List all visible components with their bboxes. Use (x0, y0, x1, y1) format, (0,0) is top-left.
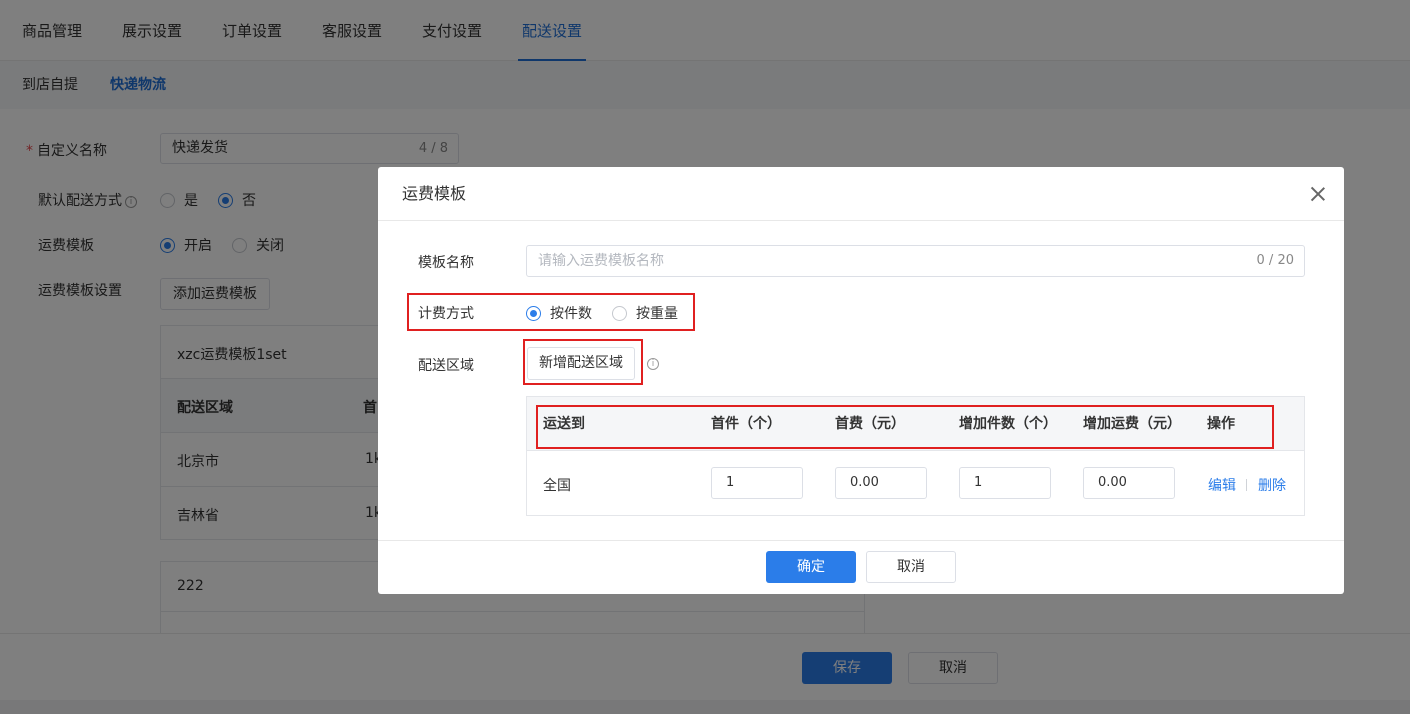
add-area-button[interactable]: 新增配送区域 (527, 347, 635, 380)
first-items-input[interactable]: 1 (711, 467, 803, 499)
radio-circle (526, 305, 541, 321)
template-name-placeholder: 请输入运费模板名称 (538, 253, 664, 269)
billing-method-label: 计费方式 (418, 306, 474, 322)
radio-circle (612, 305, 627, 321)
radio-billing-by-weight[interactable]: 按重量 (612, 303, 678, 323)
delivery-area-label: 配送区域 (418, 358, 474, 374)
template-name-label: 模板名称 (418, 255, 474, 271)
delete-link[interactable]: 删除 (1258, 475, 1286, 495)
radio-billing-by-count[interactable]: 按件数 (526, 303, 592, 323)
info-icon[interactable]: i (647, 358, 659, 370)
dialog-footer: 确定 取消 (378, 540, 1344, 594)
template-name-input[interactable]: 请输入运费模板名称 0 / 20 (526, 245, 1305, 277)
freight-template-dialog: 运费模板 模板名称 请输入运费模板名称 0 / 20 计费方式 按件数 按重量 … (378, 167, 1344, 594)
close-icon[interactable] (1310, 186, 1326, 202)
dialog-title: 运费模板 (402, 184, 467, 203)
dialog-cancel-button[interactable]: 取消 (866, 551, 956, 583)
dialog-header: 运费模板 (378, 167, 1344, 221)
action-divider (1246, 479, 1247, 491)
extra-items-input[interactable]: 1 (959, 467, 1051, 499)
extra-fee-input[interactable]: 0.00 (1083, 467, 1175, 499)
radio-label: 按重量 (636, 306, 678, 322)
template-name-count: 0 / 20 (1256, 253, 1294, 268)
dest-cell: 全国 (543, 478, 571, 494)
highlight-table-header (536, 405, 1274, 449)
confirm-button[interactable]: 确定 (766, 551, 856, 583)
first-fee-input[interactable]: 0.00 (835, 467, 927, 499)
edit-link[interactable]: 编辑 (1208, 475, 1236, 495)
radio-label: 按件数 (550, 306, 592, 322)
